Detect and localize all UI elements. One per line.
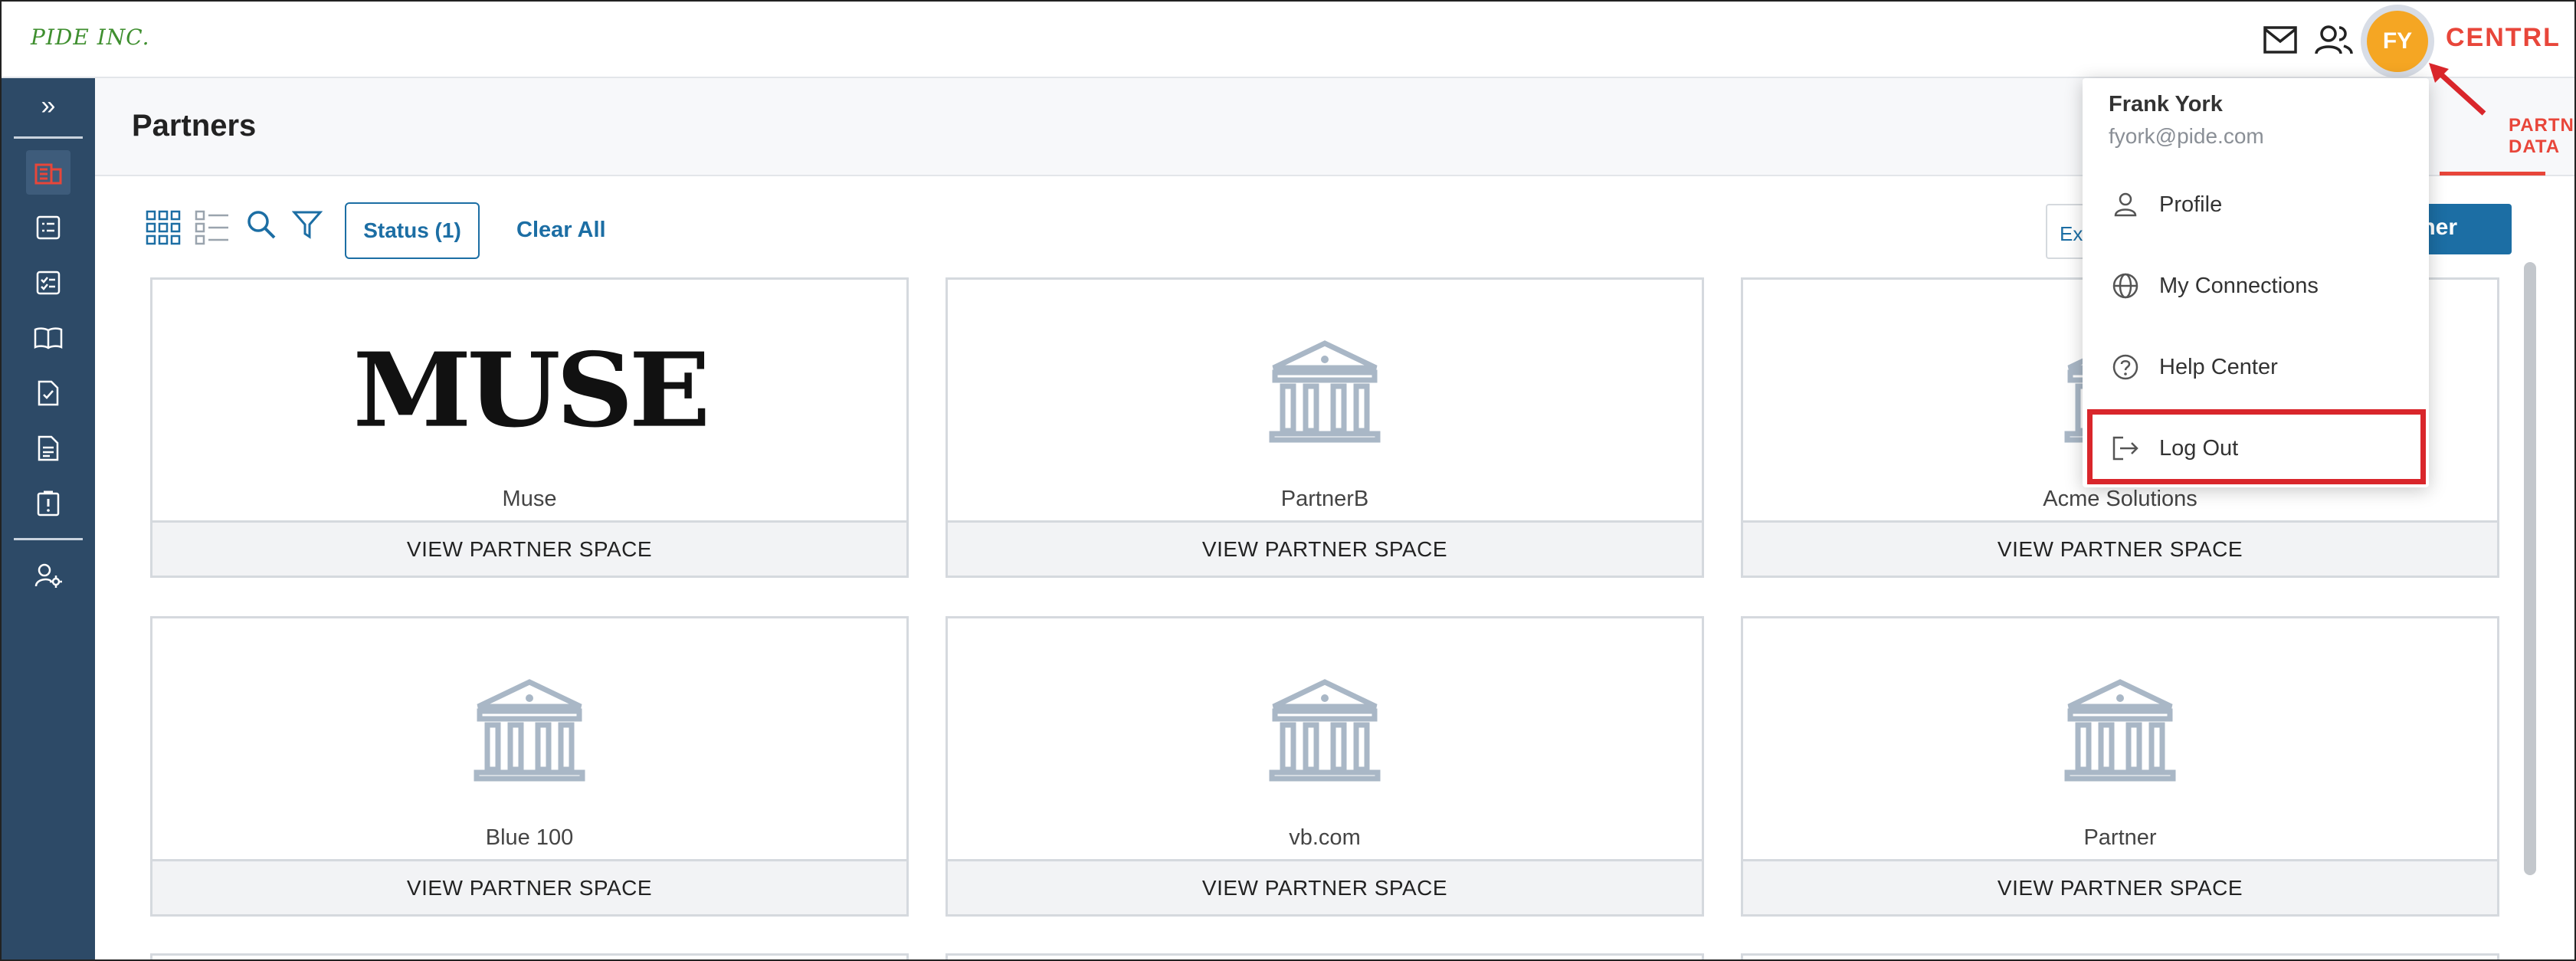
partner-card[interactable] [946, 953, 1704, 959]
menu-item-label: Profile [2159, 192, 2223, 217]
view-partner-space-button[interactable]: VIEW PARTNER SPACE [948, 859, 1702, 914]
view-partner-space-button[interactable]: VIEW PARTNER SPACE [948, 520, 1702, 576]
partner-card[interactable]: Partner VIEW PARTNER SPACE [1741, 616, 2499, 917]
building-icon [948, 672, 1702, 787]
person-icon [2110, 189, 2141, 220]
building-icon [152, 672, 906, 787]
sidebar: » [2, 78, 95, 959]
partner-card[interactable] [1741, 953, 2499, 959]
list-view-icon[interactable] [193, 208, 231, 247]
doc-check-icon[interactable] [26, 371, 70, 415]
contacts-icon[interactable] [2314, 20, 2354, 60]
menu-item-profile[interactable]: Profile [2083, 170, 2429, 239]
page-title: Partners [132, 109, 257, 143]
building-icon [1743, 672, 2497, 787]
active-tab-indicator [2440, 172, 2545, 175]
partner-card[interactable]: PartnerB VIEW PARTNER SPACE [946, 277, 1704, 578]
user-settings-icon[interactable] [26, 553, 70, 598]
view-partner-space-button[interactable]: VIEW PARTNER SPACE [152, 859, 906, 914]
partner-card[interactable]: MUSE Muse VIEW PARTNER SPACE [150, 277, 909, 578]
partner-card[interactable]: vb.com VIEW PARTNER SPACE [946, 616, 1704, 917]
sidebar-toggle-button[interactable]: » [2, 90, 95, 121]
muse-logo: MUSE [352, 331, 711, 451]
partner-name: PartnerB [1280, 487, 1369, 511]
document-icon[interactable] [26, 426, 70, 471]
sidebar-divider [14, 136, 83, 139]
partner-name: Partner [2083, 825, 2157, 850]
book-icon[interactable] [26, 316, 70, 360]
tab-partner-data[interactable]: PARTNER DATA [2509, 115, 2574, 158]
menu-item-label: Help Center [2159, 354, 2278, 379]
filter-icon[interactable] [288, 205, 326, 244]
scrollbar-thumb[interactable] [2524, 262, 2536, 875]
product-logo: CENTRL [2446, 23, 2561, 52]
tasks-icon[interactable] [26, 261, 70, 305]
top-bar: PIDE INC. FY CENTRL [2, 2, 2574, 78]
partner-name: Acme Solutions [2043, 487, 2197, 511]
checklist-icon[interactable] [26, 205, 70, 250]
partner-logo: MUSE [152, 331, 906, 451]
view-partner-space-button[interactable]: VIEW PARTNER SPACE [1743, 520, 2497, 576]
menu-item-my-connections[interactable]: My Connections [2083, 251, 2429, 320]
app-window: PIDE INC. FY CENTRL » Partners PARTN DAT… [0, 0, 2576, 961]
menu-item-label: My Connections [2159, 273, 2319, 298]
annotation-arrow-icon [2429, 63, 2486, 116]
view-partner-space-button[interactable]: VIEW PARTNER SPACE [1743, 859, 2497, 914]
sidebar-divider [14, 538, 83, 540]
company-logo: PIDE INC. [31, 25, 150, 50]
view-partner-space-button[interactable]: VIEW PARTNER SPACE [152, 520, 906, 576]
globe-icon [2110, 271, 2141, 301]
user-email: fyork@pide.com [2109, 124, 2264, 148]
partner-name: Blue 100 [485, 825, 574, 850]
help-icon [2110, 352, 2141, 382]
partner-name: Muse [502, 487, 557, 511]
status-filter-button[interactable]: Status (1) [345, 202, 480, 259]
grid-view-icon[interactable] [144, 208, 182, 247]
log-out-highlight-box [2087, 409, 2426, 484]
alert-doc-icon[interactable] [26, 481, 70, 526]
user-name: Frank York [2109, 92, 2223, 116]
search-icon[interactable] [242, 205, 280, 244]
partner-card[interactable] [150, 953, 909, 959]
mail-icon[interactable] [2260, 20, 2300, 60]
clear-all-link[interactable]: Clear All [516, 218, 606, 243]
user-avatar[interactable]: FY [2367, 11, 2428, 72]
partner-card[interactable]: Blue 100 VIEW PARTNER SPACE [150, 616, 909, 917]
partner-name: vb.com [1289, 825, 1361, 850]
menu-item-help-center[interactable]: Help Center [2083, 333, 2429, 402]
building-icon [948, 333, 1702, 448]
partners-icon[interactable] [26, 150, 70, 195]
